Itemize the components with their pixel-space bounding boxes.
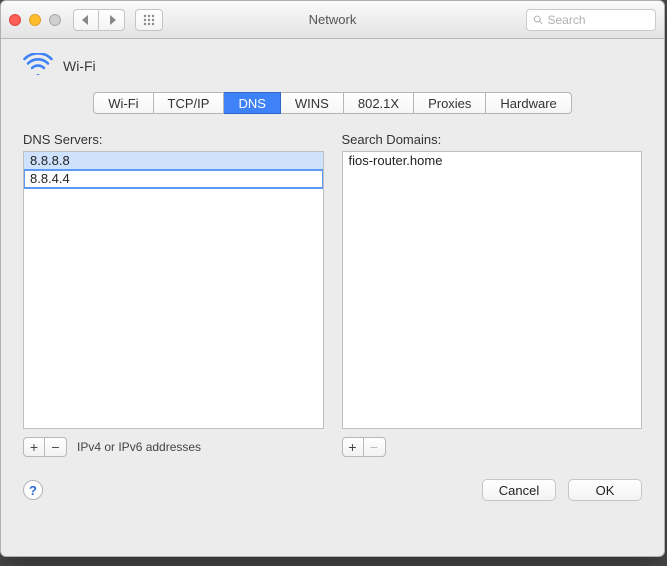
panels: DNS Servers: 8.8.8.8 8.8.4.4 + − IPv4 or… [23,132,642,457]
dns-panel: DNS Servers: 8.8.8.8 8.8.4.4 + − IPv4 or… [23,132,324,457]
footer-actions: Cancel OK [482,479,642,501]
chevron-right-icon [108,15,116,25]
forward-button[interactable] [99,9,125,31]
dns-row[interactable]: 8.8.4.4 [24,170,323,188]
search-domains-controls: + − [342,437,643,457]
dns-row[interactable]: 8.8.8.8 [24,152,323,170]
chevron-left-icon [82,15,90,25]
search-domains-label: Search Domains: [342,132,643,147]
interface-header: Wi‑Fi [23,53,642,78]
tab-wifi[interactable]: Wi‑Fi [93,92,153,114]
dns-remove-button[interactable]: − [45,437,67,457]
minimize-window-button[interactable] [29,14,41,26]
traffic-lights [9,14,61,26]
help-button[interactable]: ? [23,480,43,500]
close-window-button[interactable] [9,14,21,26]
cancel-button[interactable]: Cancel [482,479,556,501]
tab-tcpip[interactable]: TCP/IP [154,92,225,114]
search-domain-row[interactable]: fios-router.home [343,152,642,170]
show-all-button[interactable] [135,9,163,31]
window: Network Wi‑Fi Wi‑Fi TCP/IP [0,0,665,557]
search-domains-add-remove: + − [342,437,386,457]
content: Wi‑Fi Wi‑Fi TCP/IP DNS WINS 802.1X Proxi… [1,39,664,517]
search-input[interactable] [548,13,650,27]
tabbar: Wi‑Fi TCP/IP DNS WINS 802.1X Proxies Har… [23,92,642,114]
search-domains-listbox[interactable]: fios-router.home [342,151,643,429]
tab-hardware[interactable]: Hardware [486,92,571,114]
dns-add-button[interactable]: + [23,437,45,457]
search-icon [533,14,544,26]
search-field-wrap[interactable] [526,9,656,31]
grid-icon [143,14,155,26]
tab-proxies[interactable]: Proxies [414,92,486,114]
nav-buttons [73,9,125,31]
search-domains-panel: Search Domains: fios-router.home + − [342,132,643,457]
tab-8021x[interactable]: 802.1X [344,92,414,114]
wifi-icon [23,53,53,78]
search-domains-remove-button[interactable]: − [364,437,386,457]
dns-label: DNS Servers: [23,132,324,147]
tab-wins[interactable]: WINS [281,92,344,114]
interface-label: Wi‑Fi [63,58,96,74]
dns-listbox[interactable]: 8.8.8.8 8.8.4.4 [23,151,324,429]
dns-add-remove: + − [23,437,67,457]
tab-dns[interactable]: DNS [224,92,280,114]
ok-button[interactable]: OK [568,479,642,501]
footer: ? Cancel OK [23,479,642,501]
dns-controls: + − IPv4 or IPv6 addresses [23,437,324,457]
search-domains-add-button[interactable]: + [342,437,364,457]
titlebar: Network [1,1,664,39]
back-button[interactable] [73,9,99,31]
dns-hint: IPv4 or IPv6 addresses [77,440,201,454]
zoom-window-button[interactable] [49,14,61,26]
